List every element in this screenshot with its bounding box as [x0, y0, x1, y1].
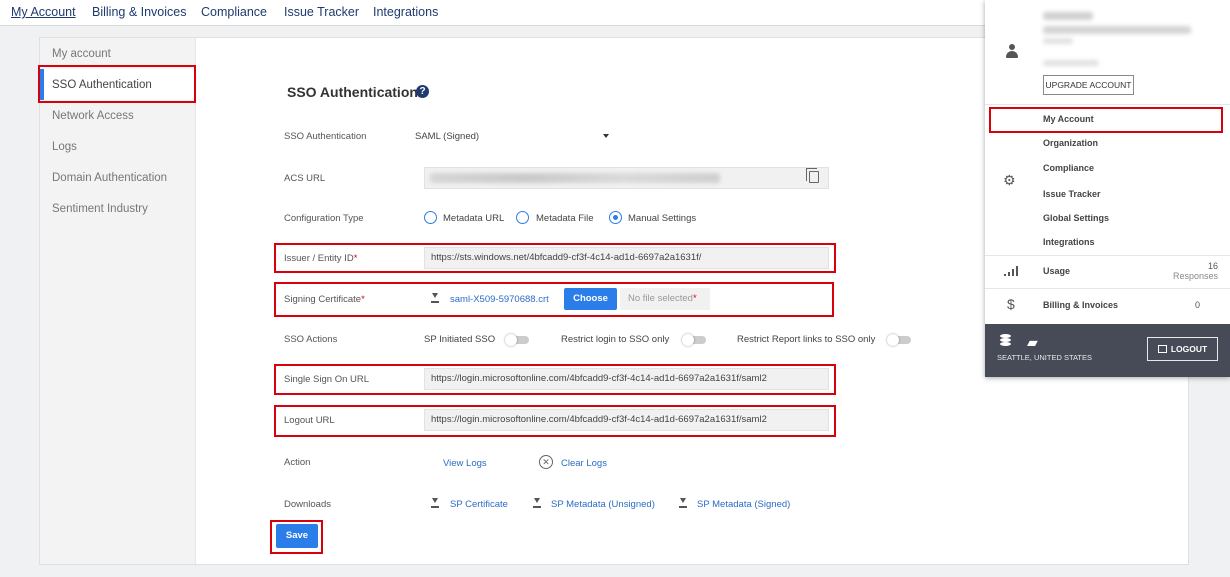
billing-count: 0	[1194, 300, 1200, 310]
download-sp-metadata-unsigned[interactable]: SP Metadata (Unsigned)	[551, 499, 655, 510]
clear-logs-link[interactable]: Clear Logs	[561, 458, 607, 469]
usage-unit: Responses	[1172, 271, 1218, 281]
database-icon	[1000, 334, 1011, 347]
sidebar-item-domain-authentication[interactable]: Domain Authentication	[52, 172, 167, 184]
user-icon	[1006, 44, 1018, 58]
sso-actions-label: SSO Actions	[284, 334, 338, 345]
copy-icon[interactable]	[806, 168, 819, 183]
redacted-company	[1043, 60, 1099, 66]
restrict-login-toggle[interactable]	[682, 334, 706, 346]
page-title: SSO Authentication	[287, 84, 418, 100]
menu-billing-invoices[interactable]: Billing & Invoices	[1043, 300, 1118, 310]
gear-icon: ⚙	[1003, 172, 1016, 188]
sso-url-label: Single Sign On URL	[284, 374, 370, 385]
acs-url-redacted	[430, 173, 720, 183]
sp-initiated-sso-label: SP Initiated SSO	[424, 334, 496, 345]
account-dropdown: UPGRADE ACCOUNT My Account ⚙ Organizatio…	[985, 0, 1230, 377]
config-type-label: Configuration Type	[284, 213, 364, 224]
tab-my-account[interactable]: My Account	[11, 5, 76, 19]
download-sp-certificate[interactable]: SP Certificate	[450, 499, 508, 510]
divider	[985, 104, 1230, 105]
us-map-icon: ▰	[1027, 334, 1038, 350]
tab-integrations[interactable]: Integrations	[373, 5, 438, 19]
no-file-selected: No file selected*	[620, 288, 710, 310]
download-icon	[431, 293, 439, 303]
radio-label-metadata-file: Metadata File	[536, 213, 594, 224]
sidebar-item-network-access[interactable]: Network Access	[52, 110, 134, 122]
signing-cert-file-link[interactable]: saml-X509-5970688.crt	[450, 294, 549, 305]
menu-organization[interactable]: Organization	[1043, 138, 1098, 148]
sidebar-item-sentiment-industry[interactable]: Sentiment Industry	[52, 203, 148, 215]
logout-url-input[interactable]: https://login.microsoftonline.com/4bfcad…	[424, 409, 829, 431]
acs-url-label: ACS URL	[284, 173, 326, 184]
view-logs-link[interactable]: View Logs	[443, 458, 487, 469]
save-button[interactable]: Save	[276, 524, 318, 548]
menu-integrations[interactable]: Integrations	[1043, 237, 1095, 247]
radio-metadata-url[interactable]	[424, 211, 437, 224]
tab-billing-invoices[interactable]: Billing & Invoices	[92, 5, 187, 19]
sso-url-input[interactable]: https://login.microsoftonline.com/4bfcad…	[424, 368, 829, 390]
download-icon	[431, 498, 439, 508]
logout-button[interactable]: LOGOUT	[1147, 337, 1218, 361]
issuer-label: Issuer / Entity ID*	[284, 253, 358, 264]
menu-usage[interactable]: Usage	[1043, 266, 1070, 276]
menu-my-account[interactable]: My Account	[1043, 114, 1094, 124]
radio-manual-settings[interactable]	[609, 211, 622, 224]
sidebar-item-my-account[interactable]: My account	[52, 48, 111, 60]
divider	[985, 288, 1230, 289]
clear-icon[interactable]: ✕	[539, 455, 553, 469]
signal-icon	[1004, 266, 1018, 276]
logout-icon	[1157, 345, 1167, 353]
signing-cert-label: Signing Certificate*	[284, 294, 365, 305]
issuer-input[interactable]: https://sts.windows.net/4bfcadd9-cf3f-4c…	[424, 247, 829, 269]
download-icon	[679, 498, 687, 508]
sp-initiated-sso-toggle[interactable]	[505, 334, 529, 346]
choose-file-button[interactable]: Choose	[564, 288, 617, 310]
radio-label-metadata-url: Metadata URL	[443, 213, 505, 224]
action-label: Action	[284, 457, 311, 468]
redacted-email	[1043, 26, 1191, 34]
restrict-login-label: Restrict login to SSO only	[561, 334, 670, 345]
sso-auth-select[interactable]: SAML (Signed)	[415, 131, 479, 142]
sidebar-item-logs[interactable]: Logs	[52, 141, 77, 153]
sidebar-active-bar	[40, 69, 44, 100]
tab-issue-tracker[interactable]: Issue Tracker	[284, 5, 359, 19]
radio-label-manual-settings: Manual Settings	[628, 213, 697, 224]
sidebar-item-sso-authentication[interactable]: SSO Authentication	[52, 79, 152, 91]
redacted-name	[1043, 12, 1093, 20]
restrict-report-links-label: Restrict Report links to SSO only	[737, 334, 876, 345]
downloads-label: Downloads	[284, 499, 331, 510]
help-icon[interactable]: ?	[416, 85, 429, 98]
menu-compliance[interactable]: Compliance	[1043, 163, 1094, 173]
sso-auth-label: SSO Authentication	[284, 131, 367, 142]
sidebar: My account SSO Authentication Network Ac…	[40, 38, 196, 564]
radio-metadata-file[interactable]	[516, 211, 529, 224]
download-icon	[533, 498, 541, 508]
upgrade-account-button[interactable]: UPGRADE ACCOUNT	[1043, 75, 1134, 95]
dollar-icon: $	[1007, 296, 1015, 312]
usage-count: 16	[1207, 261, 1218, 271]
menu-issue-tracker[interactable]: Issue Tracker	[1043, 189, 1101, 199]
restrict-report-links-toggle[interactable]	[887, 334, 911, 346]
redacted-id	[1043, 38, 1073, 44]
download-sp-metadata-signed[interactable]: SP Metadata (Signed)	[697, 499, 790, 510]
location-text: SEATTLE, UNITED STATES	[997, 353, 1093, 362]
tab-compliance[interactable]: Compliance	[201, 5, 267, 19]
logout-url-label: Logout URL	[284, 415, 335, 426]
chevron-down-icon[interactable]	[603, 134, 609, 138]
panel-footer: ▰ SEATTLE, UNITED STATES LOGOUT	[985, 324, 1230, 377]
divider	[985, 255, 1230, 256]
menu-global-settings[interactable]: Global Settings	[1043, 213, 1109, 223]
